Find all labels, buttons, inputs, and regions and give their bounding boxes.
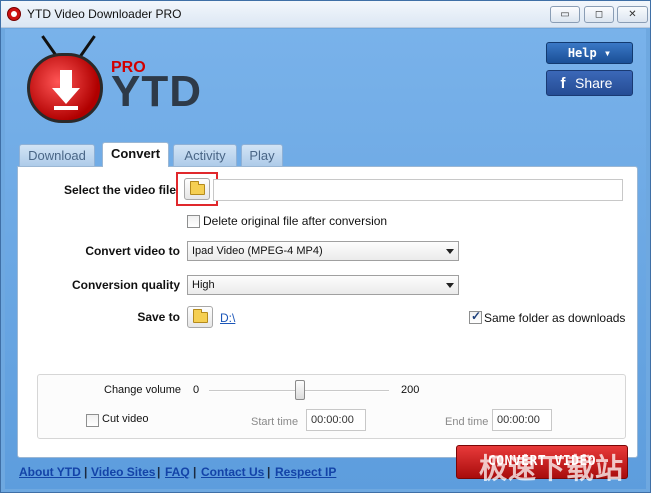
title-bar: YTD Video Downloader PRO ▭ ◻ ✕: [1, 1, 650, 28]
help-button[interactable]: Help ▾: [546, 42, 633, 64]
tab-download[interactable]: Download: [19, 144, 95, 166]
cut-video-checkbox[interactable]: [86, 414, 99, 427]
volume-min-label: 0: [193, 384, 200, 396]
tab-activity[interactable]: Activity: [173, 144, 237, 166]
share-button[interactable]: f Share: [546, 70, 633, 96]
tv-download-icon: [27, 53, 103, 123]
footer-separator: |: [84, 465, 88, 479]
footer-separator: |: [267, 465, 271, 479]
folder-icon: [193, 309, 208, 323]
footer-separator: |: [193, 465, 197, 479]
footer-separator: |: [157, 465, 161, 479]
close-button[interactable]: ✕: [617, 6, 648, 23]
cut-video-label: Cut video: [102, 413, 149, 425]
volume-max-label: 200: [401, 384, 420, 396]
same-folder-checkbox[interactable]: [469, 309, 482, 324]
quality-select[interactable]: High: [187, 275, 459, 295]
download-arrow-icon: [52, 70, 80, 110]
video-file-input[interactable]: [213, 179, 623, 201]
start-time-input[interactable]: 00:00:00: [306, 409, 366, 431]
start-time-label: Start time: [251, 416, 299, 428]
end-time-input[interactable]: 00:00:00: [492, 409, 552, 431]
save-to-folder-button[interactable]: [187, 306, 213, 328]
footer-link-about[interactable]: About YTD: [19, 465, 81, 479]
app-window: YTD Video Downloader PRO ▭ ◻ ✕ PRO YTD H…: [0, 0, 651, 493]
quality-label: Conversion quality: [71, 278, 180, 292]
tab-convert[interactable]: Convert: [102, 142, 169, 167]
folder-icon: [190, 181, 205, 195]
select-file-label: Select the video file: [63, 183, 176, 197]
main-area: PRO YTD Help ▾ f Share Download Convert …: [5, 29, 646, 489]
options-group: Change volume 0 200 Cut video Start time…: [37, 374, 626, 439]
delete-original-label: Delete original file after conversion: [203, 214, 388, 228]
chevron-down-icon: [446, 249, 454, 254]
select-file-button[interactable]: [184, 178, 210, 200]
end-time-label: End time: [445, 416, 489, 428]
logo-ytd-text: YTD: [111, 67, 202, 116]
watermark-text: 极速下载站: [479, 452, 625, 485]
save-to-path-link[interactable]: D:\: [220, 311, 235, 325]
footer-link-video-sites[interactable]: Video Sites: [91, 465, 155, 479]
delete-original-checkbox[interactable]: [187, 215, 200, 228]
convert-format-value: Ipad Video (MPEG-4 MP4): [192, 245, 323, 257]
volume-label: Change volume: [104, 384, 182, 396]
same-folder-label: Same folder as downloads: [484, 311, 626, 325]
share-label: Share: [575, 75, 613, 91]
window-title: YTD Video Downloader PRO: [27, 7, 182, 21]
ytd-app-icon: [7, 7, 21, 21]
tab-play[interactable]: Play: [241, 144, 283, 166]
quality-value: High: [192, 279, 215, 291]
maximize-button[interactable]: ◻: [584, 6, 614, 23]
convert-to-label: Convert video to: [85, 244, 180, 258]
facebook-icon: f: [560, 75, 566, 92]
footer-link-respect-ip[interactable]: Respect IP: [275, 465, 336, 479]
footer-link-contact[interactable]: Contact Us: [201, 465, 264, 479]
chevron-down-icon: [446, 283, 454, 288]
volume-slider-thumb[interactable]: [295, 380, 305, 400]
minimize-button[interactable]: ▭: [550, 6, 580, 23]
save-to-label: Save to: [137, 310, 180, 324]
ytd-logo: PRO YTD: [27, 31, 217, 137]
convert-panel: Select the video file Delete original fi…: [17, 166, 638, 479]
footer-link-faq[interactable]: FAQ: [165, 465, 190, 479]
convert-format-select[interactable]: Ipad Video (MPEG-4 MP4): [187, 241, 459, 261]
